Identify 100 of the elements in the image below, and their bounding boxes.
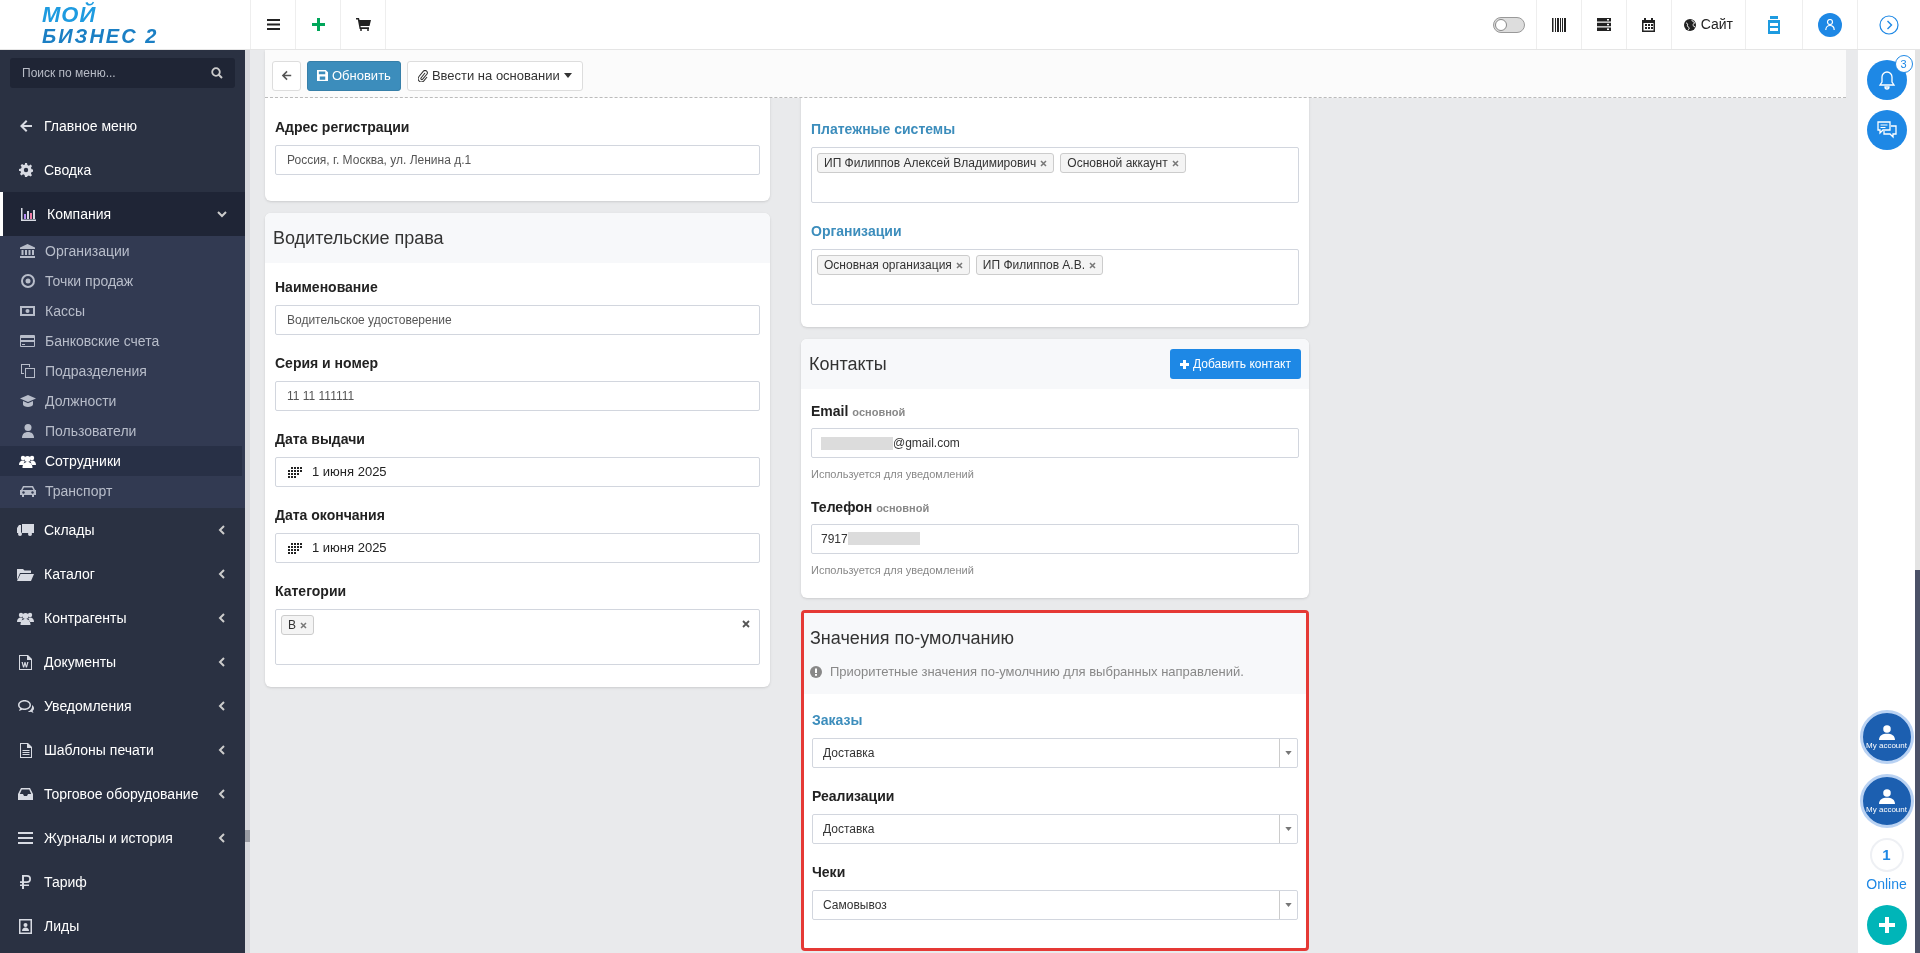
sidebar-item[interactable]: Каталог	[0, 552, 245, 596]
chevron-left-icon	[217, 657, 227, 667]
menu-icon	[266, 19, 280, 30]
ruble-sign-icon	[19, 875, 32, 889]
redacted-block	[821, 436, 893, 450]
list-icon	[18, 832, 33, 844]
sidebar-item[interactable]: Контрагенты	[0, 596, 245, 640]
submenu-item[interactable]: Транспорт	[0, 476, 245, 506]
submenu-item[interactable]: Подразделения	[0, 356, 245, 386]
plus-icon	[311, 18, 325, 31]
scrollbar[interactable]	[245, 50, 250, 953]
submenu-item[interactable]: Должности	[0, 386, 245, 416]
remove-icon	[1089, 261, 1097, 269]
field-label: Адрес регистрации	[275, 118, 411, 137]
add-button[interactable]	[1866, 905, 1907, 945]
notifications-button[interactable]	[1866, 60, 1907, 100]
sidebar-item[interactable]: Уведомления	[0, 684, 245, 728]
field-label: Реализации	[812, 786, 896, 806]
document-icon	[19, 742, 32, 758]
field-value: @gmail.com	[893, 435, 960, 452]
copy-icon	[20, 364, 35, 378]
sidebar-item[interactable]: Лиды	[0, 904, 245, 948]
chat-bubbles-icon	[1876, 121, 1897, 139]
text-field[interactable]: Россия, г. Москва, ул. Ленина д.1	[275, 145, 760, 175]
server-icon	[1596, 18, 1611, 31]
site-link[interactable]: Сайт	[1671, 0, 1746, 49]
chevron-circle-icon	[1879, 14, 1899, 35]
arrow-left-icon	[281, 70, 292, 81]
sidebar-item[interactable]: Сводка	[0, 148, 245, 192]
clear-icon	[742, 620, 750, 628]
account-button[interactable]: My account	[1859, 710, 1914, 764]
paperclip-icon	[417, 69, 428, 82]
search-icon	[211, 67, 223, 79]
sidebar-item[interactable]: Журналы и история	[0, 816, 245, 860]
banknote-icon	[20, 305, 35, 317]
field-label: Платежные системы	[811, 120, 957, 139]
sidebar-item[interactable]: Главное меню	[0, 104, 245, 148]
field-tag: основной	[876, 499, 930, 516]
chat-button[interactable]	[1866, 110, 1907, 150]
tags-field[interactable]: ИП Филиппов Алексей Владимирович Основной аккаунт	[811, 147, 1299, 203]
submenu-item[interactable]: Кассы	[0, 296, 245, 326]
plus-icon	[1180, 359, 1190, 369]
tags-field[interactable]: B	[275, 609, 760, 665]
chevron-down-icon	[217, 209, 227, 219]
submenu-item[interactable]: Точки продаж	[0, 266, 245, 296]
text-field[interactable]: 11 11 111111	[275, 381, 760, 411]
submenu-item[interactable]: Банковские счета	[0, 326, 245, 356]
credit-card-icon	[20, 335, 35, 347]
menu-search-field[interactable]: Поиск по меню...	[10, 58, 235, 88]
field-label: Email	[811, 402, 849, 421]
field-label: Дата окончания	[275, 506, 386, 525]
back-button[interactable]	[272, 60, 301, 91]
tag[interactable]: ИП Филиппов Алексей Владимирович	[817, 153, 1055, 173]
tag[interactable]: ИП Филиппов А.В.	[975, 255, 1104, 275]
select-field[interactable]: Самовывоз	[812, 889, 1298, 920]
logo[interactable]: МОЙ БИЗНЕС 2	[42, 3, 159, 46]
user-silhouette-icon	[1878, 724, 1895, 740]
account-button[interactable]: My account	[1859, 774, 1914, 828]
save-button[interactable]: Обновить	[307, 60, 401, 91]
cart-icon	[355, 18, 371, 31]
field-label: Серия и номер	[275, 354, 380, 373]
chevron-left-icon	[217, 613, 227, 623]
sidebar-item[interactable]: Тариф	[0, 860, 245, 904]
field-value: 7917	[821, 530, 848, 548]
barcode-icon	[1551, 17, 1566, 32]
tag[interactable]: Основной аккаунт	[1060, 153, 1186, 173]
contact-card-icon	[19, 918, 32, 934]
sidebar-item[interactable]: Торговое оборудование	[0, 772, 245, 816]
theme-toggle[interactable]	[1492, 16, 1525, 33]
scrollbar[interactable]	[1915, 50, 1920, 953]
field-label: Наименование	[275, 278, 379, 297]
select-field[interactable]: Доставка	[812, 813, 1298, 844]
submenu-item[interactable]: Организации	[0, 236, 245, 266]
submenu-item[interactable]: Сотрудники	[0, 446, 242, 476]
tags-field[interactable]: Основная организация ИП Филиппов А.В.	[811, 249, 1299, 305]
notification-count: 3	[1894, 55, 1913, 73]
create-based-on-dropdown[interactable]: Ввести на основании	[406, 60, 583, 91]
chevron-left-icon	[217, 525, 227, 535]
field-label: Организации	[811, 222, 903, 241]
sidebar-item[interactable]: Компания	[0, 192, 245, 236]
text-field[interactable]: @gmail.com	[811, 428, 1299, 458]
card-title: Водительские права	[273, 226, 444, 250]
calendar-grid-icon	[288, 466, 302, 478]
users-icon	[19, 454, 36, 468]
add-contact-button[interactable]: Добавить контакт	[1170, 349, 1301, 379]
caret-down-icon	[1285, 826, 1292, 831]
tag[interactable]: Основная организация	[817, 255, 970, 275]
remove-icon	[1040, 159, 1048, 167]
text-field[interactable]: Водительское удостоверение	[275, 305, 760, 335]
tag[interactable]: B	[281, 615, 314, 635]
sidebar-item[interactable]: Склады	[0, 508, 245, 552]
jar-icon	[1767, 15, 1781, 34]
sidebar-item[interactable]: Документы	[0, 640, 245, 684]
select-field[interactable]: Доставка	[812, 737, 1298, 768]
sidebar-item[interactable]: Шаблоны печати	[0, 728, 245, 772]
date-field[interactable]: 1 июня 2025	[275, 457, 760, 487]
date-field[interactable]: 1 июня 2025	[275, 533, 760, 563]
text-field[interactable]: 7917	[811, 523, 1299, 554]
submenu-item[interactable]: Пользователи	[0, 416, 245, 446]
back-arrow-icon	[18, 119, 33, 133]
